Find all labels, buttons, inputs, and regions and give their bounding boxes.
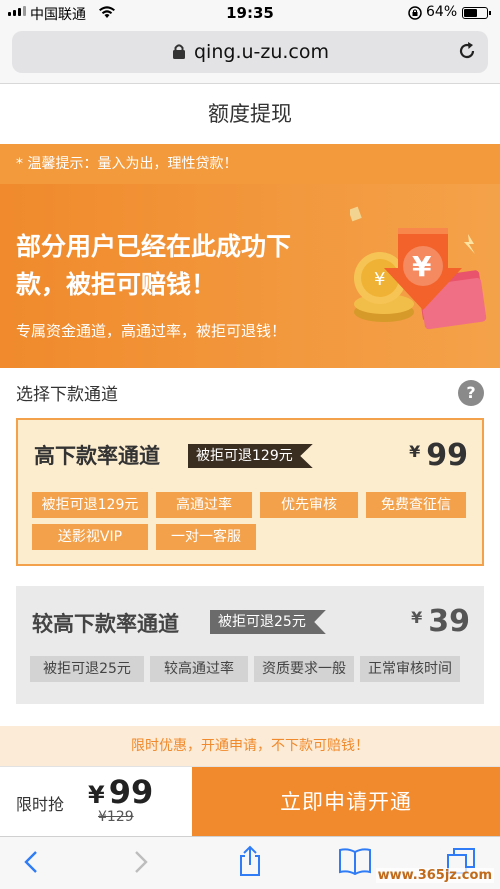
channel-card-medium[interactable]: 较高下款率通道 被拒可退25元 ¥39 被拒可退25元 较高通过率 资质要求一般… (16, 586, 484, 704)
warm-tip: * 温馨提示：量入为出，理性贷款！ (0, 144, 500, 184)
feature-tag: 被拒可退129元 (32, 492, 148, 518)
bookmarks-icon[interactable] (338, 847, 372, 879)
browser-chrome: qing.u-zu.com (0, 26, 500, 84)
svg-text:¥: ¥ (412, 250, 432, 283)
orientation-lock-icon (408, 6, 422, 24)
purchase-bar: 限时抢 ¥99 ¥129 立即申请开通 (0, 766, 500, 837)
feature-tag: 免费查征信 (366, 492, 466, 518)
page-title: 额度提现 (0, 84, 500, 144)
address-bar[interactable]: qing.u-zu.com (12, 31, 488, 73)
channel-select-label: 选择下款通道 (16, 385, 118, 405)
refund-ribbon: 被拒可退25元 (210, 610, 326, 634)
banner-headline: 部分用户已经在此成功下款，被拒可赔钱！ (16, 232, 292, 299)
url-text: qing.u-zu.com (194, 41, 330, 63)
battery-icon (462, 7, 491, 19)
channel-title: 高下款率通道 (34, 444, 160, 468)
help-icon[interactable]: ? (458, 380, 484, 406)
promo-strip: 限时优惠，开通申请，不下款可赔钱！ (0, 726, 500, 766)
forward-icon[interactable] (132, 849, 150, 879)
feature-tag: 高通过率 (156, 492, 252, 518)
back-icon[interactable] (22, 849, 40, 879)
feature-tag: 资质要求一般 (254, 656, 354, 682)
promo-banner: 部分用户已经在此成功下款，被拒可赔钱！ 专属资金通道，高通过率，被拒可退钱！ ¥… (0, 184, 500, 368)
watermark: www.365jz.com (375, 868, 494, 883)
feature-tag: 正常审核时间 (360, 656, 460, 682)
apply-button[interactable]: 立即申请开通 (192, 767, 500, 837)
channel-title: 较高下款率通道 (32, 612, 179, 636)
flash-sale-label: 限时抢 (16, 795, 65, 814)
feature-tags: 被拒可退25元 较高通过率 资质要求一般 正常审核时间 (30, 656, 470, 682)
refund-ribbon: 被拒可退129元 (188, 444, 313, 468)
clock: 19:35 (226, 4, 274, 22)
sale-price: ¥99 (88, 773, 154, 811)
channel-card-high[interactable]: 高下款率通道 被拒可退129元 ¥99 被拒可退129元 高通过率 优先审核 免… (16, 418, 484, 566)
status-bar: 中国联通 19:35 64% (0, 0, 500, 26)
feature-tags: 被拒可退129元 高通过率 优先审核 免费查征信 送影视VIP 一对一客服 (32, 492, 472, 550)
reload-icon[interactable] (456, 40, 478, 66)
svg-text:¥: ¥ (374, 269, 385, 290)
feature-tag: 较高通过率 (150, 656, 248, 682)
original-price: ¥129 (98, 809, 134, 825)
channel-price: ¥99 (409, 438, 468, 473)
banner-subtext: 专属资金通道，高通过率，被拒可退钱！ (16, 322, 287, 340)
money-illustration: ¥ ¥ (348, 204, 490, 348)
battery-percent: 64% (426, 4, 458, 20)
lock-icon (172, 43, 186, 64)
share-icon[interactable] (236, 845, 264, 881)
feature-tag: 送影视VIP (32, 524, 148, 550)
feature-tag: 一对一客服 (156, 524, 256, 550)
feature-tag: 优先审核 (260, 492, 358, 518)
channel-price: ¥39 (411, 604, 470, 639)
feature-tag: 被拒可退25元 (30, 656, 144, 682)
browser-toolbar: www.365jz.com (0, 836, 500, 889)
